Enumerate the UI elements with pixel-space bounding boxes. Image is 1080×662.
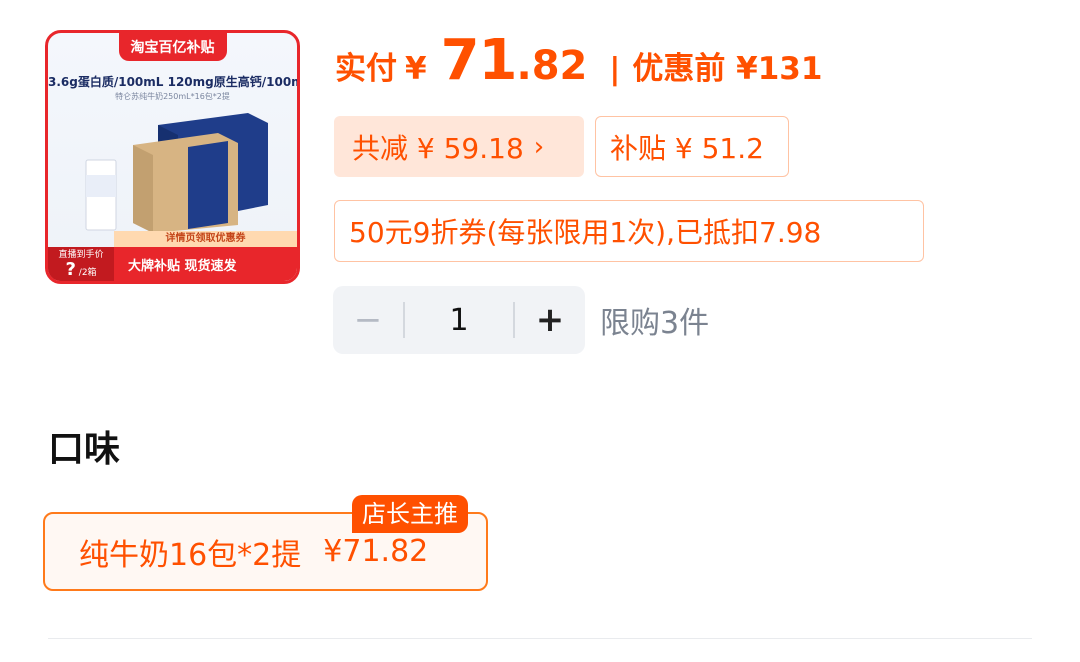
flavor-section-title: 口味 (48, 429, 121, 470)
image-spec-sub: 特仑苏纯牛奶250mL*16包*2提 (115, 92, 230, 101)
final-price-row: 实付 ¥ 71 .82 | 优惠前 ¥131 (335, 28, 822, 98)
total-discount-chip[interactable]: 共减 ¥ 59.18 › (334, 116, 584, 177)
subsidy-text: 补贴 ¥ 51.2 (610, 131, 764, 165)
live-price-label: 直播到手价 (58, 250, 104, 260)
decrease-quantity-button[interactable]: − (333, 286, 403, 354)
image-banner-text: 淘宝百亿补贴 (118, 33, 227, 61)
quantity-value[interactable]: 1 (405, 303, 513, 338)
image-spec-line: 3.6g蛋白质/100mL 120mg原生高钙/100mL (48, 75, 300, 89)
original-price: 优惠前 ¥131 (632, 51, 823, 87)
live-price-unit: /2箱 (78, 268, 97, 278)
price-separator: | (609, 52, 621, 87)
purchase-limit-text: 限购3件 (600, 306, 710, 341)
final-price-label: 实付 (335, 51, 397, 87)
live-price-value: ? (65, 259, 76, 280)
image-promo-text: 大牌补贴 现货速发 (128, 259, 237, 274)
quantity-stepper: − 1 + (333, 286, 585, 354)
image-live-price: 直播到手价 ? /2箱 (48, 247, 114, 281)
final-price-integer: 71 (440, 28, 518, 93)
recommended-badge: 店长主推 (352, 495, 468, 533)
currency-symbol: ¥ (405, 51, 427, 87)
image-banner: 淘宝百亿补贴 (48, 33, 297, 63)
coupon-chip[interactable]: 50元9折券(每张限用1次),已抵扣7.98 (334, 200, 924, 262)
chevron-right-icon: › (533, 131, 545, 162)
section-divider (48, 638, 1032, 639)
image-coupon-stripe: 详情页领取优惠券 (114, 231, 297, 247)
subsidy-chip: 补贴 ¥ 51.2 (595, 116, 789, 177)
final-price-decimal: .82 (516, 43, 588, 89)
flavor-option-price: ¥71.82 (323, 534, 429, 569)
coupon-text: 50元9折券(每张限用1次),已抵扣7.98 (349, 216, 822, 249)
milk-boxes-illustration (85, 113, 268, 233)
total-discount-text: 共减 ¥ 59.18 (352, 131, 524, 165)
product-sku-panel: 淘宝百亿补贴 3.6g蛋白质/100mL 120mg原生高钙/100mL 特仑苏… (0, 0, 1080, 662)
product-image[interactable]: 淘宝百亿补贴 3.6g蛋白质/100mL 120mg原生高钙/100mL 特仑苏… (45, 30, 300, 284)
image-bottom-bar: 直播到手价 ? /2箱 大牌补贴 现货速发 (48, 247, 297, 281)
flavor-option-name: 纯牛奶16包*2提 (79, 537, 302, 573)
increase-quantity-button[interactable]: + (515, 286, 585, 354)
